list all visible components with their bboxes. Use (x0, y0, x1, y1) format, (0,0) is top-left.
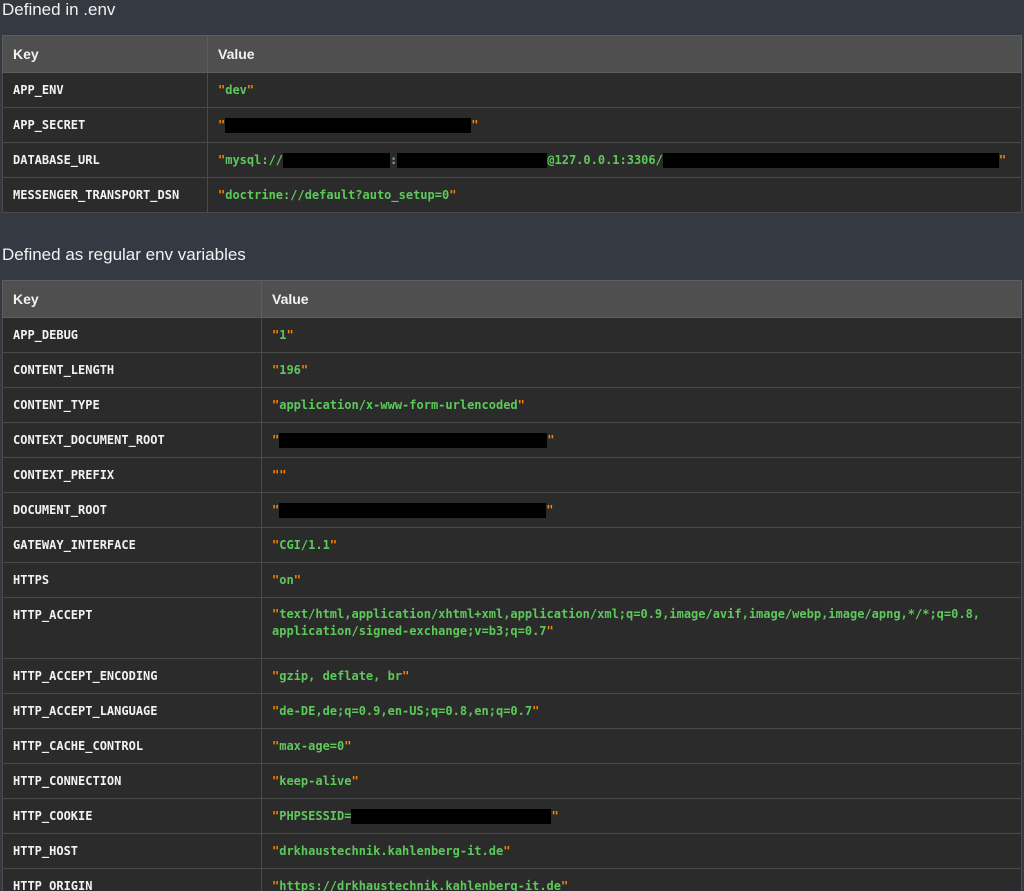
table-row: HTTP_CACHE_CONTROL "max-age=0" (2, 728, 1022, 764)
column-header-value: Value (207, 35, 1022, 73)
table-row: MESSENGER_TRANSPORT_DSN "doctrine://defa… (2, 177, 1022, 213)
env-table-variables: Key Value APP_DEBUG "1" CONTENT_LENGTH "… (2, 280, 1022, 891)
table-header-row: Key Value (2, 280, 1022, 318)
section-title-dotenv: Defined in .env (2, 0, 116, 19)
env-key: APP_ENV (2, 72, 208, 108)
env-key: DATABASE_URL (2, 142, 208, 178)
env-value: "dev" (207, 72, 1022, 108)
table-row: HTTPS "on" (2, 562, 1022, 598)
table-row: GATEWAY_INTERFACE "CGI/1.1" (2, 527, 1022, 563)
env-key: CONTENT_LENGTH (2, 352, 262, 388)
env-table-dotenv: Key Value APP_ENV "dev" APP_SECRET " " DA… (2, 35, 1022, 213)
env-key: HTTPS (2, 562, 262, 598)
env-value: "" (261, 422, 1022, 458)
table-row: HTTP_ACCEPT "text/html,application/xhtml… (2, 597, 1022, 659)
table-row: CONTENT_TYPE "application/x-www-form-url… (2, 387, 1022, 423)
env-value: "drkhaustechnik.kahlenberg-it.de" (261, 833, 1022, 869)
redaction-block (225, 117, 472, 133)
env-value: "1" (261, 317, 1022, 353)
env-key: HTTP_ACCEPT (2, 597, 262, 659)
table-row: DATABASE_URL "mysql://: @127.0.0.1:3306/" (2, 142, 1022, 178)
env-value: "" (261, 492, 1022, 528)
env-key: HTTP_HOST (2, 833, 262, 869)
redaction-block (283, 152, 391, 168)
table-row: CONTEXT_PREFIX "" (2, 457, 1022, 493)
env-key: HTTP_ACCEPT_LANGUAGE (2, 693, 262, 729)
env-value: "on" (261, 562, 1022, 598)
redaction-block (279, 502, 547, 518)
env-key: CONTENT_TYPE (2, 387, 262, 423)
env-value: "text/html,application/xhtml+xml,applica… (261, 597, 1022, 659)
table-row: APP_DEBUG "1" (2, 317, 1022, 353)
env-value: "keep-alive" (261, 763, 1022, 799)
env-value: "max-age=0" (261, 728, 1022, 764)
env-key: DOCUMENT_ROOT (2, 492, 262, 528)
table-row: HTTP_HOST "drkhaustechnik.kahlenberg-it.… (2, 833, 1022, 869)
env-value: "" (207, 107, 1022, 143)
redaction-block (662, 152, 999, 168)
env-key: HTTP_ACCEPT_ENCODING (2, 658, 262, 694)
env-value: "" (261, 457, 1022, 493)
env-value: "de-DE,de;q=0.9,en-US;q=0.8,en;q=0.7" (261, 693, 1022, 729)
column-header-key: Key (2, 35, 208, 73)
table-row: HTTP_ORIGIN "https://drkhaustechnik.kahl… (2, 868, 1022, 891)
redaction-block (351, 808, 552, 824)
table-row: APP_ENV "dev" (2, 72, 1022, 108)
redaction-block (397, 152, 548, 168)
env-key: HTTP_CONNECTION (2, 763, 262, 799)
table-row: DOCUMENT_ROOT " " (2, 492, 1022, 528)
table-row: HTTP_CONNECTION "keep-alive" (2, 763, 1022, 799)
env-value: "application/x-www-form-urlencoded" (261, 387, 1022, 423)
env-value: "CGI/1.1" (261, 527, 1022, 563)
env-key: HTTP_ORIGIN (2, 868, 262, 891)
env-key: HTTP_CACHE_CONTROL (2, 728, 262, 764)
env-key: HTTP_COOKIE (2, 798, 262, 834)
env-key: CONTEXT_DOCUMENT_ROOT (2, 422, 262, 458)
table-row: HTTP_ACCEPT_LANGUAGE "de-DE,de;q=0.9,en-… (2, 693, 1022, 729)
table-row: CONTENT_LENGTH "196" (2, 352, 1022, 388)
env-key: CONTEXT_PREFIX (2, 457, 262, 493)
section-title-env-variables: Defined as regular env variables (2, 245, 246, 264)
env-value: "PHPSESSID= " (261, 798, 1022, 834)
column-header-key: Key (2, 280, 262, 318)
table-header-row: Key Value (2, 35, 1022, 73)
table-row: HTTP_COOKIE "PHPSESSID= " (2, 798, 1022, 834)
column-header-value: Value (261, 280, 1022, 318)
env-key: GATEWAY_INTERFACE (2, 527, 262, 563)
env-value: "https://drkhaustechnik.kahlenberg-it.de… (261, 868, 1022, 891)
table-row: APP_SECRET " " (2, 107, 1022, 143)
env-value: "196" (261, 352, 1022, 388)
env-value: "mysql://: @127.0.0.1:3306/" (207, 142, 1022, 178)
env-value: "doctrine://default?auto_setup=0" (207, 177, 1022, 213)
env-key: APP_DEBUG (2, 317, 262, 353)
redaction-block (279, 432, 548, 448)
env-key: APP_SECRET (2, 107, 208, 143)
table-row: HTTP_ACCEPT_ENCODING "gzip, deflate, br" (2, 658, 1022, 694)
env-value: "gzip, deflate, br" (261, 658, 1022, 694)
env-key: MESSENGER_TRANSPORT_DSN (2, 177, 208, 213)
table-row: CONTEXT_DOCUMENT_ROOT " " (2, 422, 1022, 458)
